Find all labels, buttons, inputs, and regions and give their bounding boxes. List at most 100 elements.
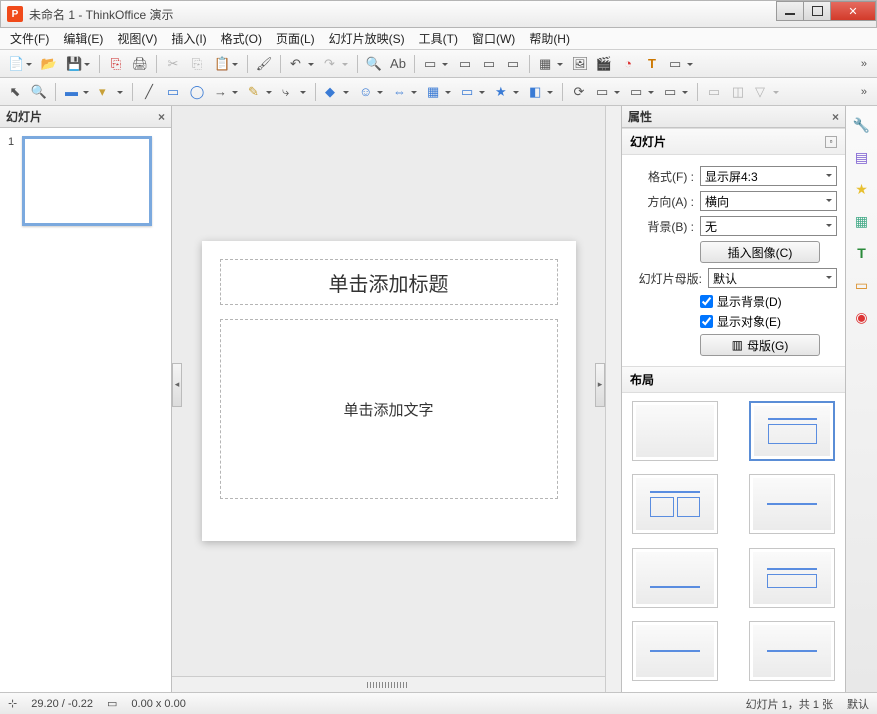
media-button[interactable]: 🎬 xyxy=(593,53,615,75)
select-tool[interactable]: ⬉ xyxy=(4,81,26,103)
show-background-checkbox[interactable] xyxy=(700,295,713,308)
menu-edit[interactable]: 编辑(E) xyxy=(57,28,109,49)
layout-title-content[interactable] xyxy=(749,401,835,461)
layout-title-two-content[interactable] xyxy=(632,474,718,534)
orientation-select[interactable]: 横向 xyxy=(700,191,837,211)
paste-button[interactable]: 📋 xyxy=(210,53,242,75)
canvas-viewport[interactable]: ◂ 单击添加标题 单击添加文字 ▸ xyxy=(172,106,605,676)
toolbar-expand[interactable]: » xyxy=(855,58,873,70)
layout-two-content[interactable] xyxy=(749,548,835,608)
text-box-button[interactable]: T xyxy=(641,53,663,75)
find-button[interactable]: 🔍 xyxy=(363,53,385,75)
crop-button[interactable]: ◫ xyxy=(727,81,749,103)
image-button[interactable]: 🖼 xyxy=(569,53,591,75)
layout-extra1[interactable] xyxy=(632,621,718,681)
slide-layout-button[interactable]: ▭ xyxy=(420,53,452,75)
distribute-button[interactable]: ▭ xyxy=(660,81,692,103)
rail-navigator-icon[interactable]: ▦ xyxy=(851,210,873,232)
menu-view[interactable]: 视图(V) xyxy=(111,28,163,49)
close-button[interactable] xyxy=(830,1,876,21)
show-objects-checkbox[interactable] xyxy=(700,315,713,328)
menu-file[interactable]: 文件(F) xyxy=(4,28,55,49)
align-button[interactable]: ▭ xyxy=(592,81,624,103)
filter-button[interactable]: ▽ xyxy=(751,81,783,103)
format-select[interactable]: 显示屏4:3 xyxy=(700,166,837,186)
layout-title-only[interactable] xyxy=(749,474,835,534)
master-select[interactable]: 默认 xyxy=(708,268,837,288)
menu-help[interactable]: 帮助(H) xyxy=(523,28,576,49)
cut-button[interactable]: ✂ xyxy=(162,53,184,75)
arrow-tool[interactable]: → xyxy=(210,81,242,103)
rail-animation-icon[interactable]: ▭ xyxy=(851,274,873,296)
slide-thumbnail[interactable] xyxy=(22,136,152,226)
symbol-shapes-button[interactable]: ☺ xyxy=(355,81,387,103)
rail-slides-icon[interactable]: ▤ xyxy=(851,146,873,168)
shadow-button[interactable]: ▭ xyxy=(703,81,725,103)
rail-gallery-icon[interactable]: ★ xyxy=(851,178,873,200)
callout-button[interactable]: ▭ xyxy=(457,81,489,103)
maximize-button[interactable] xyxy=(803,1,831,21)
section-toggle-icon[interactable]: ▫ xyxy=(825,136,837,148)
table-button[interactable]: ▦ xyxy=(535,53,567,75)
menu-insert[interactable]: 插入(I) xyxy=(165,28,212,49)
slide-body-placeholder[interactable]: 单击添加文字 xyxy=(220,319,558,499)
spellcheck-button[interactable]: Ab xyxy=(387,53,409,75)
connector-tool[interactable]: ⤷ xyxy=(278,81,310,103)
chart-button[interactable]: ◔ xyxy=(617,53,639,75)
arrange-button[interactable]: ▭ xyxy=(626,81,658,103)
show-objects-check[interactable]: 显示对象(E) xyxy=(630,313,837,330)
line-tool[interactable]: ╱ xyxy=(138,81,160,103)
undo-button[interactable]: ↶ xyxy=(286,53,318,75)
start-show-button[interactable]: ▭ xyxy=(502,53,524,75)
show-background-check[interactable]: 显示背景(D) xyxy=(630,293,837,310)
rotate-button[interactable]: ⟳ xyxy=(568,81,590,103)
slide-new-button[interactable]: ▭ xyxy=(478,53,500,75)
save-button[interactable]: 💾 xyxy=(62,53,94,75)
insert-image-button[interactable]: 插入图像(C) xyxy=(700,241,820,263)
fill-color-button[interactable]: ▾ xyxy=(95,81,127,103)
properties-close[interactable]: × xyxy=(832,110,839,124)
slide-title-placeholder[interactable]: 单击添加标题 xyxy=(220,259,558,305)
zoom-tool[interactable]: 🔍 xyxy=(28,81,50,103)
ellipse-tool[interactable]: ◯ xyxy=(186,81,208,103)
open-button[interactable]: 📂 xyxy=(38,53,60,75)
new-button[interactable]: 📄 xyxy=(4,53,36,75)
menu-slideshow[interactable]: 幻灯片放映(S) xyxy=(323,28,411,49)
vertical-scrollbar[interactable] xyxy=(605,106,621,692)
print-button[interactable]: 🖨 xyxy=(129,53,151,75)
rail-properties-icon[interactable]: 🔧 xyxy=(851,114,873,136)
rect-tool[interactable]: ▭ xyxy=(162,81,184,103)
export-pdf-button[interactable]: ⎘ xyxy=(105,53,127,75)
flowchart-button[interactable]: ▦ xyxy=(423,81,455,103)
minimize-button[interactable] xyxy=(776,1,804,21)
rail-text-icon[interactable]: T xyxy=(851,242,873,264)
collapse-right-handle[interactable]: ▸ xyxy=(595,363,605,407)
slides-panel-close[interactable]: × xyxy=(158,110,165,124)
orientation-value: 横向 xyxy=(705,193,729,210)
layout-blank[interactable] xyxy=(632,401,718,461)
collapse-left-handle[interactable]: ◂ xyxy=(172,363,182,407)
menu-window[interactable]: 窗口(W) xyxy=(466,28,521,49)
slide-master-button[interactable]: ▭ xyxy=(454,53,476,75)
rail-transition-icon[interactable]: ◉ xyxy=(851,306,873,328)
toolbar2-expand[interactable]: » xyxy=(855,86,873,98)
3d-button[interactable]: ◧ xyxy=(525,81,557,103)
horizontal-scrollbar[interactable] xyxy=(172,676,605,692)
master-button[interactable]: ▥ 母版(G) xyxy=(700,334,820,356)
layout-centered[interactable] xyxy=(632,548,718,608)
slide[interactable]: 单击添加标题 单击添加文字 xyxy=(202,241,576,541)
menu-page[interactable]: 页面(L) xyxy=(270,28,321,49)
clone-format-button[interactable]: 🖌 xyxy=(253,53,275,75)
stars-button[interactable]: ★ xyxy=(491,81,523,103)
block-arrows-button[interactable]: ⇔ xyxy=(389,81,421,103)
curve-tool[interactable]: ✎ xyxy=(244,81,276,103)
copy-button[interactable]: ⎘ xyxy=(186,53,208,75)
menu-tools[interactable]: 工具(T) xyxy=(413,28,464,49)
redo-button[interactable]: ↷ xyxy=(320,53,352,75)
fontwork-button[interactable]: ▭ xyxy=(665,53,697,75)
background-select[interactable]: 无 xyxy=(700,216,837,236)
basic-shapes-button[interactable]: ◆ xyxy=(321,81,353,103)
menu-format[interactable]: 格式(O) xyxy=(215,28,268,49)
line-color-button[interactable]: ▬ xyxy=(61,81,93,103)
layout-extra2[interactable] xyxy=(749,621,835,681)
